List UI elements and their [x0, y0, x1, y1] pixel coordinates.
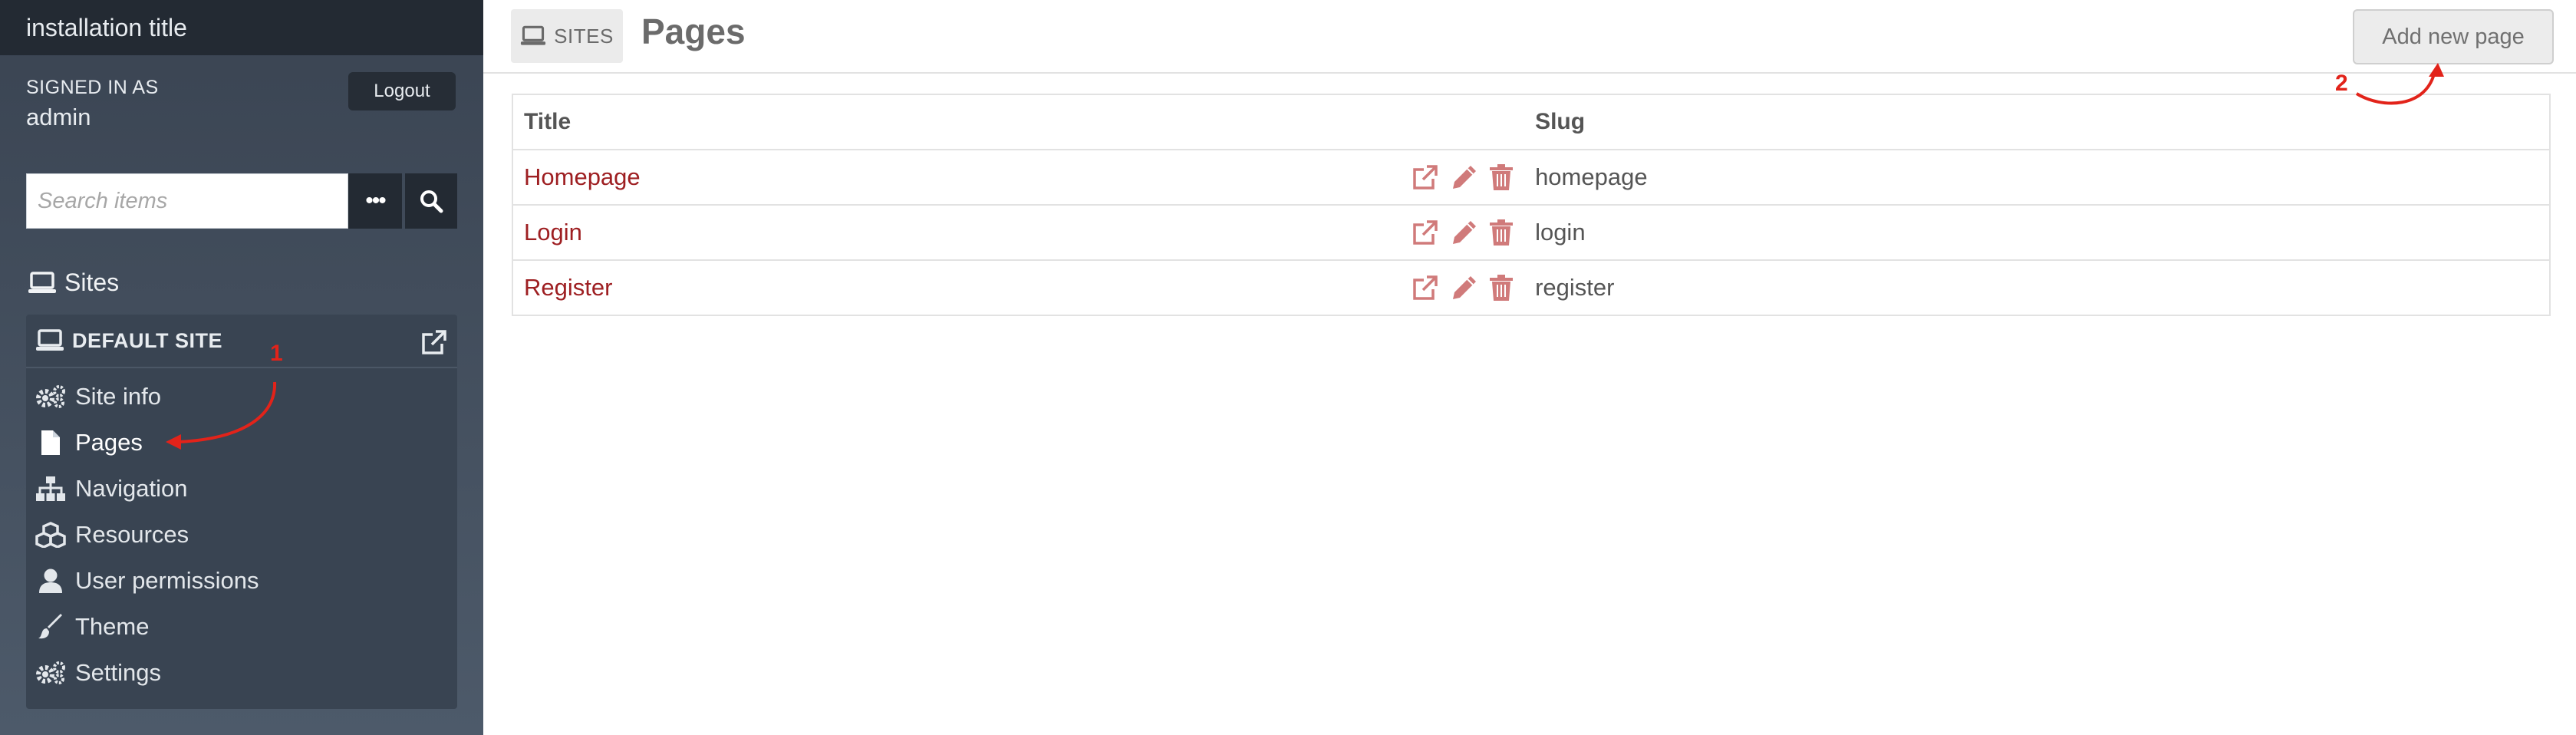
- site-header[interactable]: DEFAULT SITE: [26, 315, 457, 368]
- nav-item-theme[interactable]: Theme: [35, 608, 149, 646]
- table-header-row: Title Slug: [512, 94, 2550, 150]
- title-cell: Login: [512, 205, 1525, 261]
- pencil-icon[interactable]: [1451, 219, 1478, 246]
- row-actions: [1411, 163, 1514, 191]
- pencil-icon[interactable]: [1451, 274, 1478, 302]
- site-name: DEFAULT SITE: [72, 328, 223, 352]
- row-actions: [1411, 219, 1514, 246]
- nav-item-label: Navigation: [75, 475, 188, 502]
- user-icon: [35, 568, 66, 594]
- nav-item-resources[interactable]: Resources: [35, 516, 189, 554]
- sitemap-icon: [35, 476, 66, 502]
- sites-heading-label: Sites: [64, 269, 120, 296]
- nav-item-navigation[interactable]: Navigation: [35, 470, 187, 508]
- laptop-icon: [521, 25, 546, 45]
- cubes-icon: [35, 522, 66, 548]
- breadcrumb-sites[interactable]: SITES: [511, 9, 623, 63]
- add-new-page-button[interactable]: Add new page: [2353, 9, 2554, 64]
- row-actions: [1411, 274, 1514, 302]
- slug-cell: homepage: [1524, 150, 2550, 206]
- search-input[interactable]: [26, 173, 348, 229]
- laptop-icon: [28, 271, 56, 293]
- top-bar: SITES Pages: [483, 0, 2576, 74]
- page-title: Pages: [641, 12, 746, 51]
- external-link-icon[interactable]: [1411, 219, 1440, 246]
- breadcrumb-label: SITES: [554, 24, 614, 48]
- sidebar: installation title SIGNED IN AS admin Lo…: [0, 0, 483, 735]
- annotation-arrow-2: [2355, 63, 2444, 105]
- page-title-link[interactable]: Register: [524, 274, 612, 302]
- title-cell: Homepage: [512, 150, 1525, 206]
- paint-brush-icon: [35, 614, 66, 640]
- signed-in-label: SIGNED IN AS: [26, 77, 159, 98]
- nav-item-label: Pages: [75, 429, 143, 456]
- title-cell: Register: [512, 260, 1524, 315]
- page-title-link[interactable]: Login: [524, 219, 582, 246]
- search-icon: [420, 190, 443, 213]
- table-row: Login login: [512, 205, 2550, 261]
- search-button[interactable]: [405, 173, 457, 229]
- nav-item-pages[interactable]: Pages: [35, 424, 143, 462]
- column-header-title: Title: [512, 94, 1525, 150]
- nav-item-user-permissions[interactable]: User permissions: [35, 562, 259, 600]
- nav-item-label: Resources: [75, 521, 189, 548]
- nav-item-label: User permissions: [75, 567, 259, 594]
- gears-icon: [35, 661, 66, 685]
- laptop-icon: [36, 329, 64, 351]
- site-panel: DEFAULT SITE Site info Pages Navigation …: [26, 315, 457, 709]
- nav-item-label: Theme: [75, 613, 150, 640]
- annotation-step-1: 1: [270, 341, 283, 366]
- sites-heading[interactable]: Sites: [28, 269, 119, 297]
- username: admin: [26, 104, 91, 130]
- trash-icon[interactable]: [1489, 274, 1514, 302]
- gears-icon: [35, 384, 66, 409]
- nav-item-site-info[interactable]: Site info: [35, 377, 161, 416]
- trash-icon[interactable]: [1489, 163, 1514, 191]
- external-link-icon[interactable]: [1411, 274, 1440, 302]
- pencil-icon[interactable]: [1451, 163, 1478, 191]
- external-link-icon[interactable]: [1411, 163, 1440, 191]
- trash-icon[interactable]: [1489, 219, 1514, 246]
- nav-item-label: Settings: [75, 659, 162, 686]
- annotation-arrow-1: [166, 381, 277, 450]
- logout-button[interactable]: Logout: [348, 72, 456, 110]
- search-options-button[interactable]: •••: [348, 173, 402, 229]
- annotation-step-2: 2: [2335, 71, 2348, 96]
- installation-title[interactable]: installation title: [0, 0, 483, 55]
- slug-cell: register: [1535, 274, 1615, 301]
- table-row: Register register: [512, 260, 2550, 315]
- nav-item-settings[interactable]: Settings: [35, 654, 161, 692]
- page-title-link[interactable]: Homepage: [524, 163, 641, 191]
- slug-cell: login: [1524, 205, 2550, 261]
- pages-table: Title Slug Homepage homepage Login login…: [512, 94, 2551, 316]
- table-row: Homepage homepage: [512, 150, 2550, 206]
- nav-item-label: Site info: [75, 383, 162, 410]
- external-link-icon[interactable]: [420, 328, 448, 360]
- file-icon: [35, 430, 66, 456]
